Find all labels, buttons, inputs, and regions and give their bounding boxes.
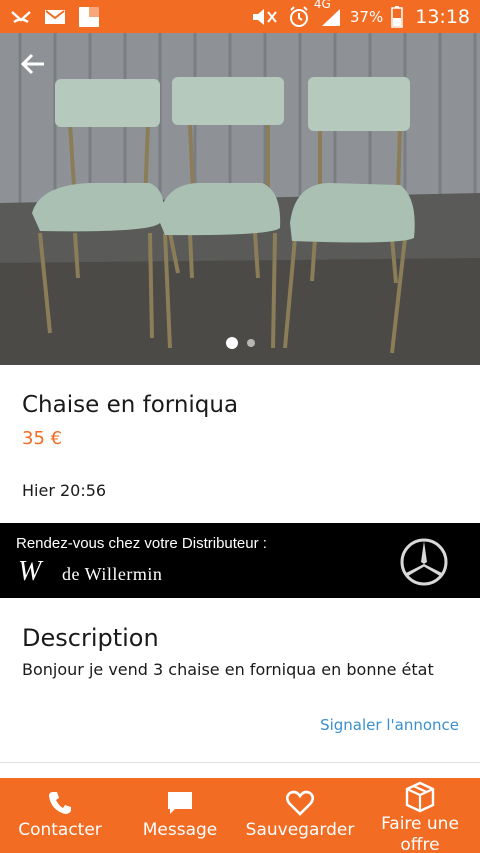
contact-button[interactable]: Contacter	[0, 778, 120, 853]
message-button[interactable]: Message	[120, 778, 240, 853]
box-icon	[404, 781, 436, 813]
pagination-dot-active[interactable]	[225, 337, 238, 349]
chairs-photo	[0, 33, 480, 365]
clock: 13:18	[415, 5, 470, 28]
message-icon	[166, 788, 194, 818]
action-bar: Contacter Message Sauvegarder Faire une …	[0, 778, 480, 853]
mute-icon	[250, 7, 280, 27]
mercedes-star-icon	[400, 538, 448, 586]
photo-pagination	[0, 337, 480, 349]
battery-icon	[391, 5, 403, 28]
listing-photo[interactable]	[0, 33, 480, 365]
missed-call-icon	[10, 8, 32, 26]
save-button[interactable]: Sauvegarder	[240, 778, 360, 853]
signal-icon: 4G	[314, 0, 342, 27]
report-listing-link[interactable]: Signaler l'annonce	[320, 716, 459, 734]
back-button[interactable]	[20, 53, 56, 89]
pagination-dot[interactable]	[246, 339, 255, 347]
ad-headline: Rendez-vous chez votre Distributeur :	[16, 535, 267, 552]
make-offer-button[interactable]: Faire une offre	[360, 778, 480, 853]
arrow-left-icon	[20, 53, 44, 75]
ad-banner[interactable]: Rendez-vous chez votre Distributeur : W …	[0, 523, 480, 598]
battery-percent: 37%	[349, 7, 384, 26]
status-bar: 4G 37% 13:18	[0, 0, 480, 33]
make-offer-label: Faire une offre	[381, 814, 459, 853]
mail-icon	[44, 8, 66, 26]
listing-title: Chaise en forniqua	[22, 392, 239, 418]
description-text: Bonjour je vend 3 chaise en forniqua en …	[22, 660, 434, 679]
contact-label: Contacter	[18, 820, 102, 840]
phone-icon	[47, 788, 73, 818]
ad-logo-name: de Willermin	[62, 564, 163, 584]
heart-icon	[286, 788, 314, 818]
app-notification-icon	[78, 6, 100, 28]
message-label: Message	[142, 820, 218, 840]
listing-price: 35 €	[22, 428, 63, 449]
description-heading: Description	[22, 624, 159, 652]
listing-date: Hier 20:56	[22, 481, 107, 500]
network-type: 4G	[313, 0, 331, 11]
save-label: Sauvegarder	[245, 820, 355, 840]
alarm-icon	[288, 5, 310, 28]
ad-logo-mark: W	[18, 556, 42, 587]
divider	[0, 762, 480, 763]
